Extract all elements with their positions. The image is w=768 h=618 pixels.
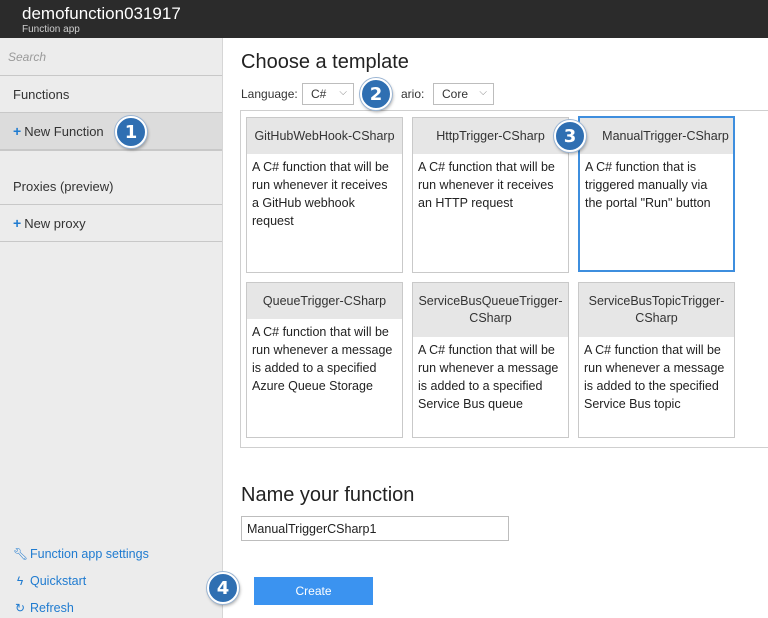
sidebar-item-label: New Function xyxy=(24,123,104,139)
function-app-settings-link[interactable]: 🔧︎ Function app settings xyxy=(13,547,149,561)
refresh-link[interactable]: ↻ Refresh xyxy=(13,601,74,615)
template-card-description: A C# function that will be run whenever … xyxy=(418,160,555,210)
scenario-select[interactable]: Core ⌵ xyxy=(433,83,494,105)
app-title: demofunction031917 xyxy=(22,4,181,23)
plus-icon: + xyxy=(13,123,22,139)
quickstart-link[interactable]: ϟ Quickstart xyxy=(13,574,86,588)
step-badge-4: 4 xyxy=(207,572,239,604)
create-button[interactable]: Create xyxy=(254,577,373,605)
template-card-queuetrigger[interactable]: QueueTrigger-CSharp A C# function that w… xyxy=(246,282,403,438)
sidebar-item-new-function[interactable]: + New Function xyxy=(0,113,222,150)
step-badge-2: 2 xyxy=(360,78,392,110)
scenario-label: ario: xyxy=(401,87,425,101)
refresh-icon: ↻ xyxy=(14,601,26,615)
chevron-down-icon: ⌵ xyxy=(479,87,487,98)
sidebar-item-functions[interactable]: Functions xyxy=(0,76,222,113)
template-card-title: HttpTrigger-CSharp xyxy=(413,118,568,154)
template-card-description: A C# function that will be run whenever … xyxy=(252,325,393,393)
link-label: Refresh xyxy=(30,601,74,615)
sidebar-item-label: New proxy xyxy=(24,215,86,231)
template-card-githubwebhook[interactable]: GitHubWebHook-CSharp A C# function that … xyxy=(246,117,403,273)
wrench-icon: 🔧︎ xyxy=(13,547,29,561)
sidebar-item-label: Functions xyxy=(13,86,70,102)
name-function-title: Name your function xyxy=(241,484,415,506)
step-badge-3: 3 xyxy=(554,120,586,152)
app-subtitle: Function app xyxy=(22,24,80,35)
template-card-httptrigger[interactable]: HttpTrigger-CSharp A C# function that wi… xyxy=(412,117,569,273)
template-card-description: A C# function that will be run whenever … xyxy=(418,343,559,411)
template-card-title: ServiceBusQueueTrigger-CSharp xyxy=(413,283,568,337)
sidebar-item-proxies[interactable]: Proxies (preview) xyxy=(0,150,222,205)
search-box xyxy=(0,38,222,76)
sidebar-item-new-proxy[interactable]: + New proxy xyxy=(0,205,222,242)
plus-icon: + xyxy=(13,215,22,231)
language-select[interactable]: C# ⌵ xyxy=(302,83,354,105)
sidebar: Functions + New Function Proxies (previe… xyxy=(0,38,223,618)
link-label: Function app settings xyxy=(30,547,149,561)
link-label: Quickstart xyxy=(30,574,87,588)
template-card-title: ServiceBusTopicTrigger-CSharp xyxy=(579,283,734,337)
template-card-title: QueueTrigger-CSharp xyxy=(247,283,402,319)
template-card-description: A C# function that is triggered manually… xyxy=(585,160,711,210)
template-card-description: A C# function that will be run whenever … xyxy=(252,160,389,228)
step-badge-1: 1 xyxy=(115,116,147,148)
lightning-icon: ϟ xyxy=(16,574,24,588)
template-card-servicebusqueue[interactable]: ServiceBusQueueTrigger-CSharp A C# funct… xyxy=(412,282,569,438)
template-card-manualtrigger[interactable]: ManualTrigger-CSharp A C# function that … xyxy=(578,116,735,272)
search-input[interactable] xyxy=(0,38,222,75)
function-name-input[interactable] xyxy=(241,516,509,541)
language-label: Language: xyxy=(241,87,298,101)
sidebar-item-label: Proxies (preview) xyxy=(13,179,114,194)
top-bar: demofunction031917 Function app xyxy=(0,0,768,38)
chevron-down-icon: ⌵ xyxy=(339,87,347,98)
template-card-servicebustopic[interactable]: ServiceBusTopicTrigger-CSharp A C# funct… xyxy=(578,282,735,438)
template-card-title: GitHubWebHook-CSharp xyxy=(247,118,402,154)
choose-template-title: Choose a template xyxy=(241,51,409,73)
scenario-value: Core xyxy=(442,87,469,101)
template-card-description: A C# function that will be run whenever … xyxy=(584,343,725,411)
template-card-title: ManualTrigger-CSharp xyxy=(580,118,733,154)
language-value: C# xyxy=(311,87,327,101)
